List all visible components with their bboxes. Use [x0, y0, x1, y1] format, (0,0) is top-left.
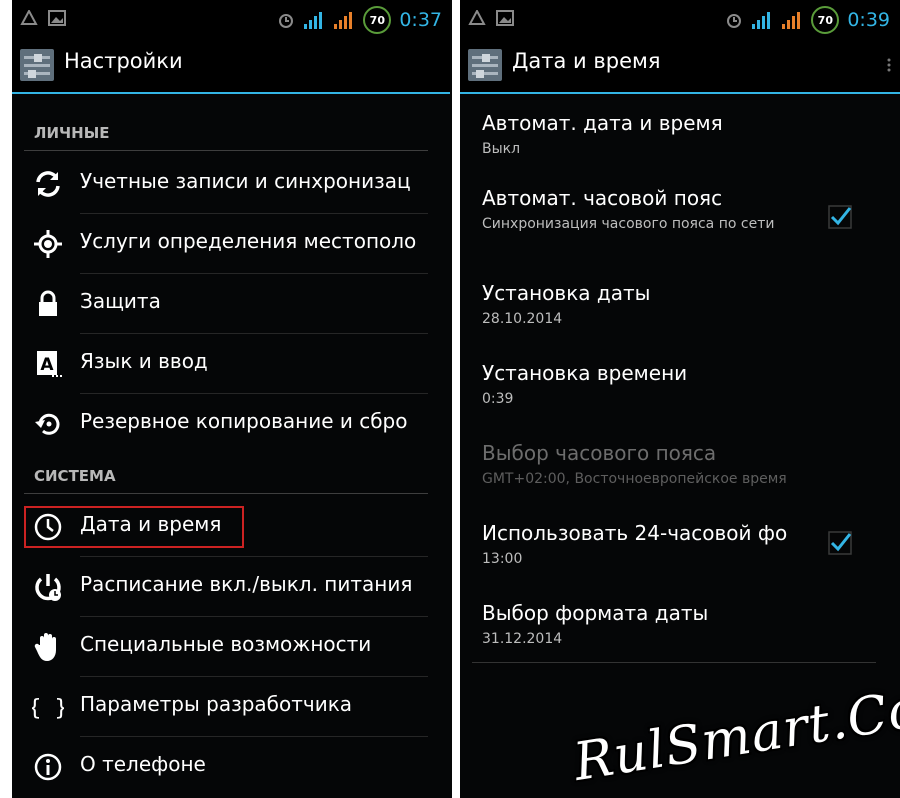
- action-bar: Настройки: [12, 36, 452, 94]
- settings-item-label: Расписание вкл./выкл. питания: [80, 572, 413, 596]
- settings-item-label: О телефоне: [80, 752, 206, 776]
- settings-screen: 70 0:37 Настройки ЛИЧНЫЕ Учетные записи …: [12, 0, 452, 798]
- section-header-personal: ЛИЧНЫЕ: [34, 124, 110, 142]
- settings-item-developer-options[interactable]: { } Параметры разработчика: [24, 677, 428, 737]
- image-icon: [48, 10, 66, 26]
- settings-app-icon[interactable]: [20, 49, 54, 81]
- battery-indicator: 70: [811, 6, 840, 34]
- pref-select-time-zone: Выбор часового пояса GMT+02:00, Восточно…: [482, 441, 870, 487]
- pref-title: Выбор часового пояса: [482, 441, 717, 465]
- pref-summary: 0:39: [482, 391, 514, 407]
- section-divider: [24, 493, 428, 494]
- backup-restore-icon: [35, 413, 60, 435]
- use-24-hour-checkbox[interactable]: [828, 531, 852, 555]
- pref-auto-date-time[interactable]: Автомат. дата и время Выкл: [482, 111, 870, 157]
- status-time: 0:37: [399, 9, 442, 31]
- settings-app-icon[interactable]: [468, 49, 502, 81]
- location-icon: [34, 230, 62, 258]
- page-title: Дата и время: [512, 49, 661, 73]
- lock-icon: [39, 290, 57, 316]
- info-icon: [34, 753, 62, 781]
- image-icon: [496, 10, 514, 26]
- settings-item-label: Резервное копирование и сбро: [80, 409, 408, 433]
- pref-title: Установка даты: [482, 281, 651, 305]
- signal-sim2-icon: [782, 12, 801, 29]
- pref-set-time[interactable]: Установка времени 0:39: [482, 361, 870, 407]
- pref-title: Выбор формата даты: [482, 601, 709, 625]
- pref-summary: GMT+02:00, Восточноевропейское время: [482, 471, 787, 487]
- pref-summary: 28.10.2014: [482, 311, 563, 327]
- page-title: Настройки: [64, 49, 183, 73]
- settings-item-label: Услуги определения местополо: [80, 229, 417, 253]
- alarm-icon: [279, 14, 294, 28]
- signal-sim1-icon: [752, 12, 771, 29]
- pref-summary: 31.12.2014: [482, 631, 563, 647]
- status-time: 0:39: [847, 9, 890, 31]
- settings-item-about-phone[interactable]: О телефоне: [24, 737, 428, 797]
- settings-item-location[interactable]: Услуги определения местополо: [24, 214, 428, 274]
- settings-item-backup-reset[interactable]: Резервное копирование и сбро: [24, 394, 428, 454]
- screen-edge: [450, 0, 452, 798]
- settings-item-label: Параметры разработчика: [80, 692, 353, 716]
- svg-text:A: A: [40, 355, 54, 375]
- status-bar: 70 0:39: [460, 0, 900, 36]
- section-divider: [24, 150, 428, 151]
- selection-highlight-box: [24, 506, 244, 548]
- settings-item-label: Язык и ввод: [80, 349, 208, 373]
- recycle-icon: [468, 10, 486, 25]
- settings-item-label: Учетные записи и синхронизац: [80, 169, 411, 193]
- pref-title: Установка времени: [482, 361, 688, 385]
- signal-sim1-icon: [304, 12, 323, 29]
- action-bar: Дата и время: [460, 36, 900, 94]
- status-bar: 70 0:37: [12, 0, 452, 36]
- overflow-menu-icon[interactable]: [886, 58, 892, 72]
- settings-item-power-schedule[interactable]: Расписание вкл./выкл. питания: [24, 557, 428, 617]
- auto-time-zone-checkbox[interactable]: [828, 205, 852, 229]
- settings-item-language-input[interactable]: A Язык и ввод: [24, 334, 428, 394]
- settings-item-security[interactable]: Защита: [24, 274, 428, 334]
- pref-summary: Выкл: [482, 141, 521, 157]
- sync-icon: [36, 171, 60, 197]
- pref-title: Автомат. часовой пояс: [482, 186, 723, 210]
- alarm-icon: [727, 14, 742, 28]
- hand-icon: [34, 633, 56, 661]
- battery-indicator: 70: [363, 6, 392, 34]
- settings-item-accessibility[interactable]: Специальные возможности: [24, 617, 428, 677]
- pref-summary: 13:00: [482, 551, 523, 567]
- pref-date-format[interactable]: Выбор формата даты 31.12.2014: [482, 601, 870, 647]
- power-schedule-icon: [35, 574, 61, 601]
- braces-icon: { }: [32, 696, 64, 721]
- settings-item-accounts-sync[interactable]: Учетные записи и синхронизац: [24, 154, 428, 214]
- section-header-system: СИСТЕМА: [34, 467, 116, 485]
- date-time-screen: 70 0:39 Дата и время Автомат. дата и вре…: [460, 0, 900, 798]
- settings-item-label: Специальные возможности: [80, 632, 372, 656]
- settings-item-label: Защита: [80, 289, 161, 313]
- pref-summary: Синхронизация часового пояса по сети: [482, 216, 775, 232]
- pref-title: Автомат. дата и время: [482, 111, 723, 135]
- pref-set-date[interactable]: Установка даты 28.10.2014: [482, 281, 870, 327]
- pref-auto-time-zone[interactable]: Автомат. часовой пояс Синхронизация часо…: [482, 186, 810, 234]
- pref-use-24-hour-format[interactable]: Использовать 24-часовой фо 13:00: [482, 521, 810, 567]
- pref-title: Использовать 24-часовой фо: [482, 521, 788, 545]
- signal-sim2-icon: [334, 12, 353, 29]
- keyboard-language-icon: A: [37, 351, 62, 377]
- recycle-icon: [20, 10, 38, 25]
- list-end-divider: [472, 662, 876, 663]
- svg-text:{ }: { }: [32, 696, 64, 721]
